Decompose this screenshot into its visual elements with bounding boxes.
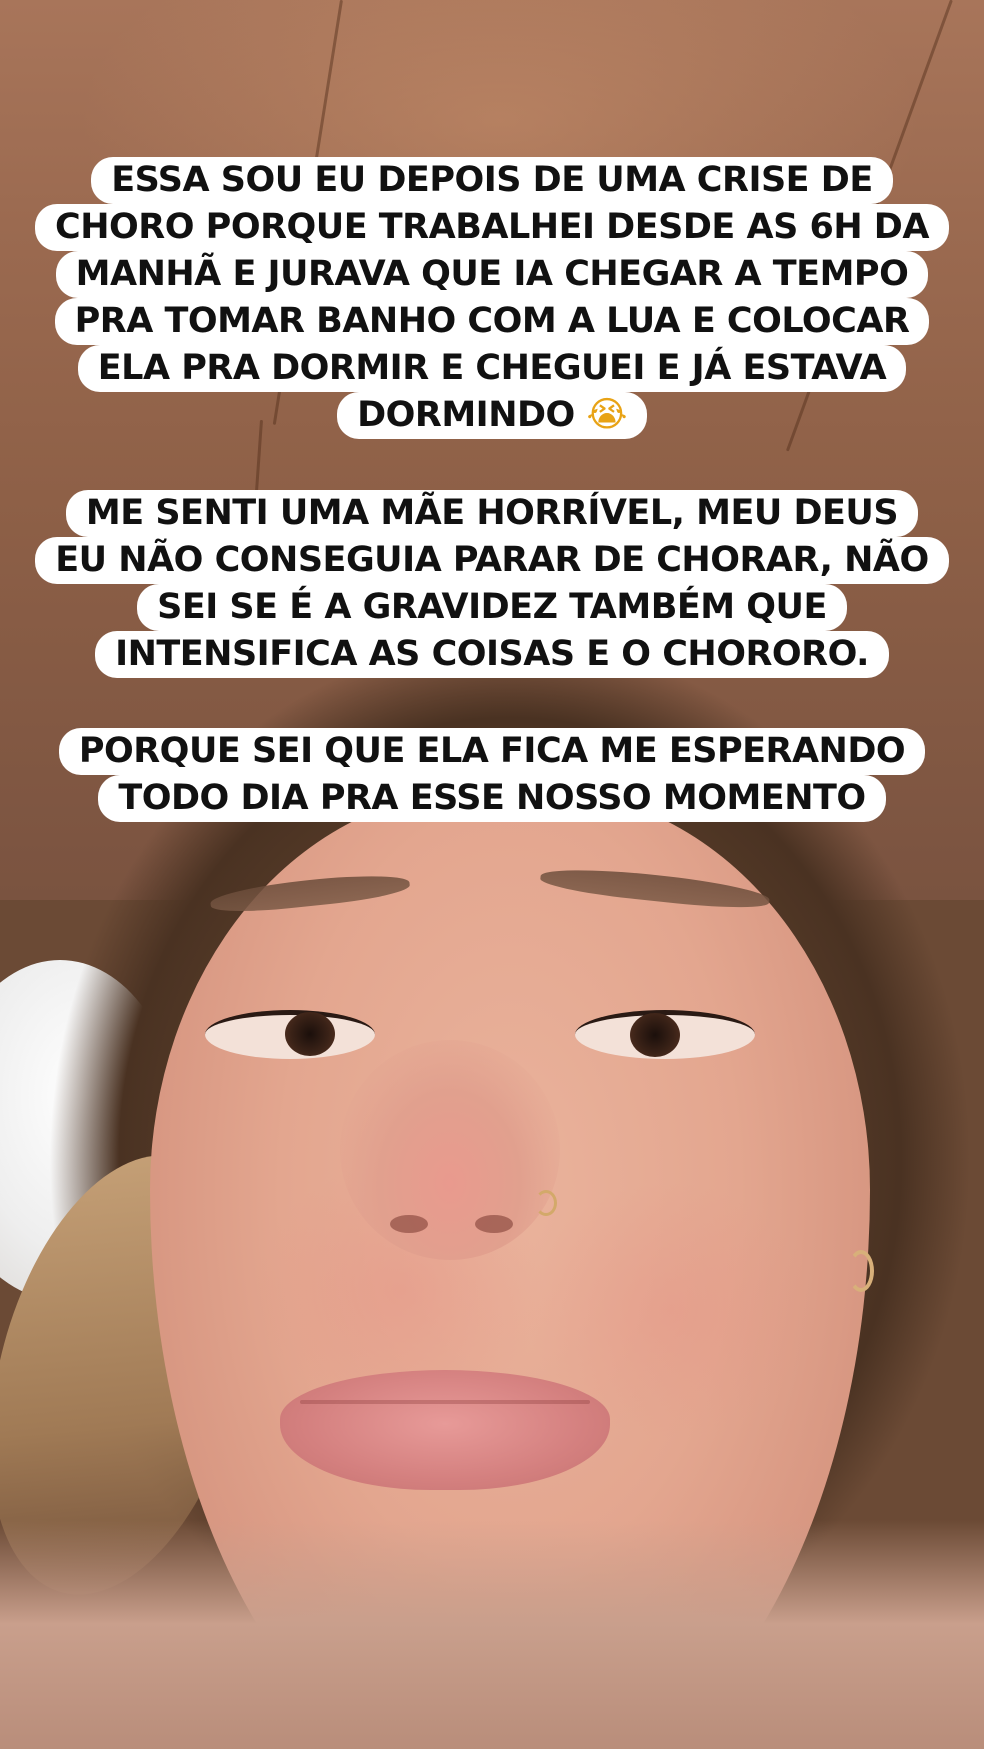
caption-line: PRA TOMAR BANHO COM A LUA E COLOCAR bbox=[54, 298, 930, 345]
shirt bbox=[0, 1520, 984, 1749]
caption-line: SEI SE É A GRAVIDEZ TAMBÉM QUE bbox=[137, 584, 847, 631]
caption-line-with-emoji: DORMINDO 😭 bbox=[337, 392, 647, 439]
caption-line: EU NÃO CONSEGUIA PARAR DE CHORAR, NÃO bbox=[35, 537, 949, 584]
caption-line: PORQUE SEI QUE ELA FICA ME ESPERANDO bbox=[58, 728, 926, 775]
caption-line: ME SENTI UMA MÃE HORRÍVEL, MEU DEUS bbox=[65, 490, 919, 537]
right-iris bbox=[630, 1013, 680, 1057]
caption-line: ESSA SOU EU DEPOIS DE UMA CRISE DE bbox=[91, 157, 893, 204]
lip-line bbox=[300, 1400, 590, 1404]
left-nostril bbox=[390, 1215, 428, 1233]
caption-line: INTENSIFICA AS COISAS E O CHORORO. bbox=[95, 631, 889, 678]
caption-block-3: PORQUE SEI QUE ELA FICA ME ESPERANDO TOD… bbox=[0, 728, 984, 822]
story-frame: ESSA SOU EU DEPOIS DE UMA CRISE DE CHORO… bbox=[0, 0, 984, 1749]
caption-block-2: ME SENTI UMA MÃE HORRÍVEL, MEU DEUS EU N… bbox=[0, 490, 984, 678]
left-iris bbox=[285, 1012, 335, 1056]
caption-line-text: DORMINDO bbox=[357, 395, 575, 435]
right-nostril bbox=[475, 1215, 513, 1233]
nose bbox=[340, 1040, 560, 1260]
lips bbox=[280, 1370, 610, 1490]
caption-line: TODO DIA PRA ESSE NOSSO MOMENTO bbox=[98, 775, 886, 822]
caption-line: ELA PRA DORMIR E CHEGUEI E JÁ ESTAVA bbox=[77, 345, 907, 392]
caption-block-1: ESSA SOU EU DEPOIS DE UMA CRISE DE CHORO… bbox=[0, 157, 984, 439]
caption-line: CHORO PORQUE TRABALHEI DESDE AS 6H DA bbox=[35, 204, 949, 251]
nose-ring bbox=[535, 1190, 557, 1216]
earring bbox=[848, 1250, 874, 1292]
caption-line: MANHÃ E JURAVA QUE IA CHEGAR A TEMPO bbox=[55, 251, 929, 298]
loudly-crying-face-icon: 😭 bbox=[586, 395, 628, 435]
